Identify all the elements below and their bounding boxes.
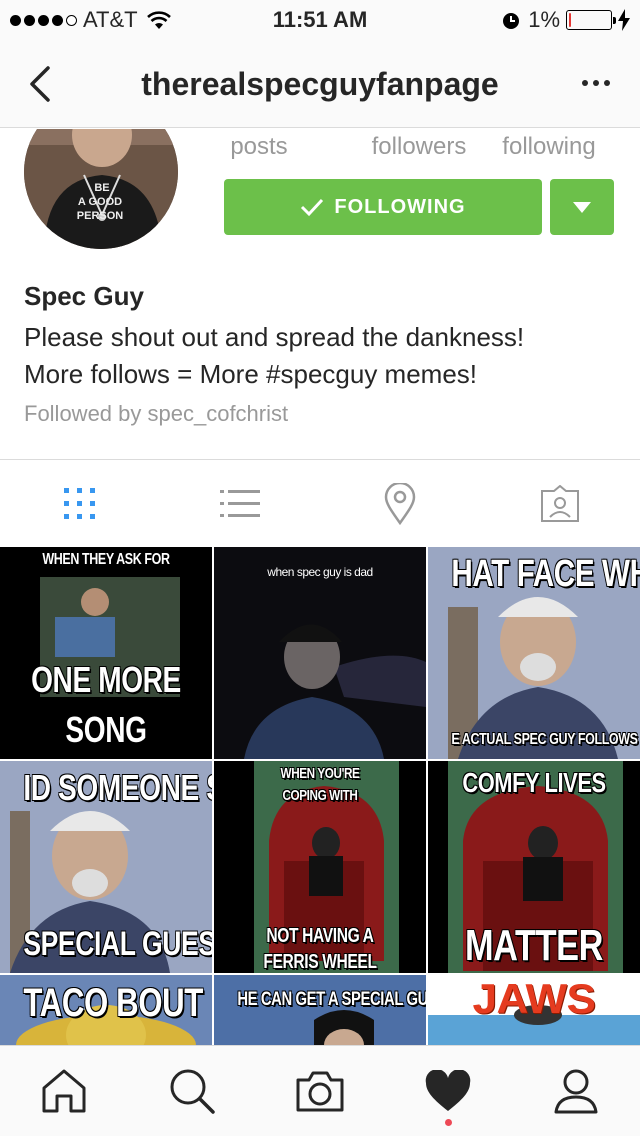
tab-home[interactable]: [0, 1046, 128, 1136]
meme-caption: SONG: [65, 709, 147, 750]
checkmark-icon: [301, 198, 324, 217]
location-pin-icon: [384, 482, 416, 525]
tab-activity[interactable]: [384, 1046, 512, 1136]
svg-text:PERSON: PERSON: [77, 210, 124, 222]
post-thumbnail[interactable]: when spec guy is dad: [214, 547, 426, 759]
profile-nav-bar: therealspecguyfanpage: [0, 40, 640, 128]
profile-bio: Please shout out and spread the dankness…: [24, 319, 524, 393]
following-label: FOLLOWING: [334, 195, 466, 218]
alarm-icon: [503, 13, 520, 29]
meme-caption: COMFY LIVES: [462, 767, 606, 798]
posts-grid: WHEN THEY ASK FOR ONE MORE SONG when spe…: [0, 547, 640, 1045]
post-thumbnail[interactable]: HE CAN GET A SPECIAL GUEST: [214, 975, 426, 1045]
meme-caption: ID SOMEONE SAY: [23, 767, 212, 808]
grid-icon: [64, 487, 95, 519]
bio-line[interactable]: More follows = More #specguy memes!: [24, 356, 524, 393]
meme-caption: NOT HAVING A: [266, 925, 374, 947]
tab-tagged[interactable]: [480, 460, 640, 547]
chevron-down-icon: [573, 201, 591, 213]
suggested-dropdown-button[interactable]: [550, 179, 614, 235]
meme-caption: ONE MORE: [31, 659, 181, 700]
meme-caption: HE CAN GET A SPECIAL GUEST: [237, 989, 426, 1010]
meme-caption: COPING WITH: [282, 787, 358, 804]
battery-percent: 1%: [528, 7, 560, 32]
followed-by-text[interactable]: Followed by spec_cofchrist: [24, 401, 288, 427]
heart-icon: [425, 1070, 471, 1111]
tab-camera[interactable]: [256, 1046, 384, 1136]
meme-caption: HAT FACE WHE: [451, 553, 640, 595]
post-thumbnail[interactable]: TACO BOUT: [0, 975, 212, 1045]
stat-posts[interactable]: posts: [224, 129, 354, 161]
page-title: therealspecguyfanpage: [141, 66, 499, 102]
tab-list[interactable]: [160, 460, 320, 547]
post-thumbnail[interactable]: WHEN YOU'RE COPING WITH NOT HAVING A FER…: [214, 761, 426, 973]
post-thumbnail[interactable]: JAWS: [428, 975, 640, 1045]
bottom-nav-bar: [0, 1045, 640, 1136]
profile-view-tabs: [0, 459, 640, 547]
following-button[interactable]: FOLLOWING: [224, 179, 542, 235]
avatar[interactable]: BE A GOOD PERSON: [24, 129, 178, 249]
meme-caption: when spec guy is dad: [267, 565, 373, 579]
more-options-icon[interactable]: [582, 80, 610, 86]
tab-location[interactable]: [320, 460, 480, 547]
meme-caption: WHEN YOU'RE: [280, 765, 360, 782]
display-name: Spec Guy: [24, 281, 144, 311]
bio-line: Please shout out and spread the dankness…: [24, 322, 525, 352]
meme-caption: SPECIAL GUESTS?: [23, 925, 212, 963]
battery-icon: [566, 10, 616, 30]
profile-stats: posts followers following: [224, 129, 614, 161]
stat-label: following: [502, 133, 596, 160]
tab-profile[interactable]: [512, 1046, 640, 1136]
meme-caption: JAWS: [472, 975, 596, 1022]
camera-icon: [296, 1071, 344, 1112]
post-thumbnail[interactable]: COMFY LIVES MATTER: [428, 761, 640, 973]
tab-search[interactable]: [128, 1046, 256, 1136]
tagged-icon: [541, 484, 579, 522]
post-thumbnail[interactable]: WHEN THEY ASK FOR ONE MORE SONG: [0, 547, 212, 759]
search-icon: [170, 1069, 215, 1114]
stat-followers[interactable]: followers: [354, 129, 484, 161]
profile-header: BE A GOOD PERSON posts followers followi…: [0, 129, 640, 459]
home-icon: [42, 1069, 86, 1113]
list-icon: [220, 489, 260, 517]
status-bar: AT&T 11:51 AM 1%: [0, 0, 640, 40]
meme-caption: WHEN THEY ASK FOR: [42, 551, 170, 568]
post-thumbnail[interactable]: ID SOMEONE SAY SPECIAL GUESTS?: [0, 761, 212, 973]
meme-caption: MATTER: [464, 921, 604, 970]
meme-caption: E ACTUAL SPEC GUY FOLLOWS Y: [451, 731, 640, 748]
meme-caption: FERRIS WHEEL: [263, 951, 377, 973]
stat-label: followers: [371, 133, 467, 160]
profile-icon: [554, 1069, 598, 1114]
charging-icon: [618, 9, 630, 31]
svg-text:BE: BE: [94, 182, 109, 194]
stat-following[interactable]: following: [484, 129, 614, 161]
post-thumbnail[interactable]: HAT FACE WHE E ACTUAL SPEC GUY FOLLOWS Y: [428, 547, 640, 759]
stat-label: posts: [230, 133, 288, 160]
notification-dot: [445, 1119, 452, 1126]
svg-text:A GOOD: A GOOD: [78, 196, 122, 208]
meme-caption: TACO BOUT: [23, 981, 203, 1025]
tab-grid[interactable]: [0, 460, 160, 547]
